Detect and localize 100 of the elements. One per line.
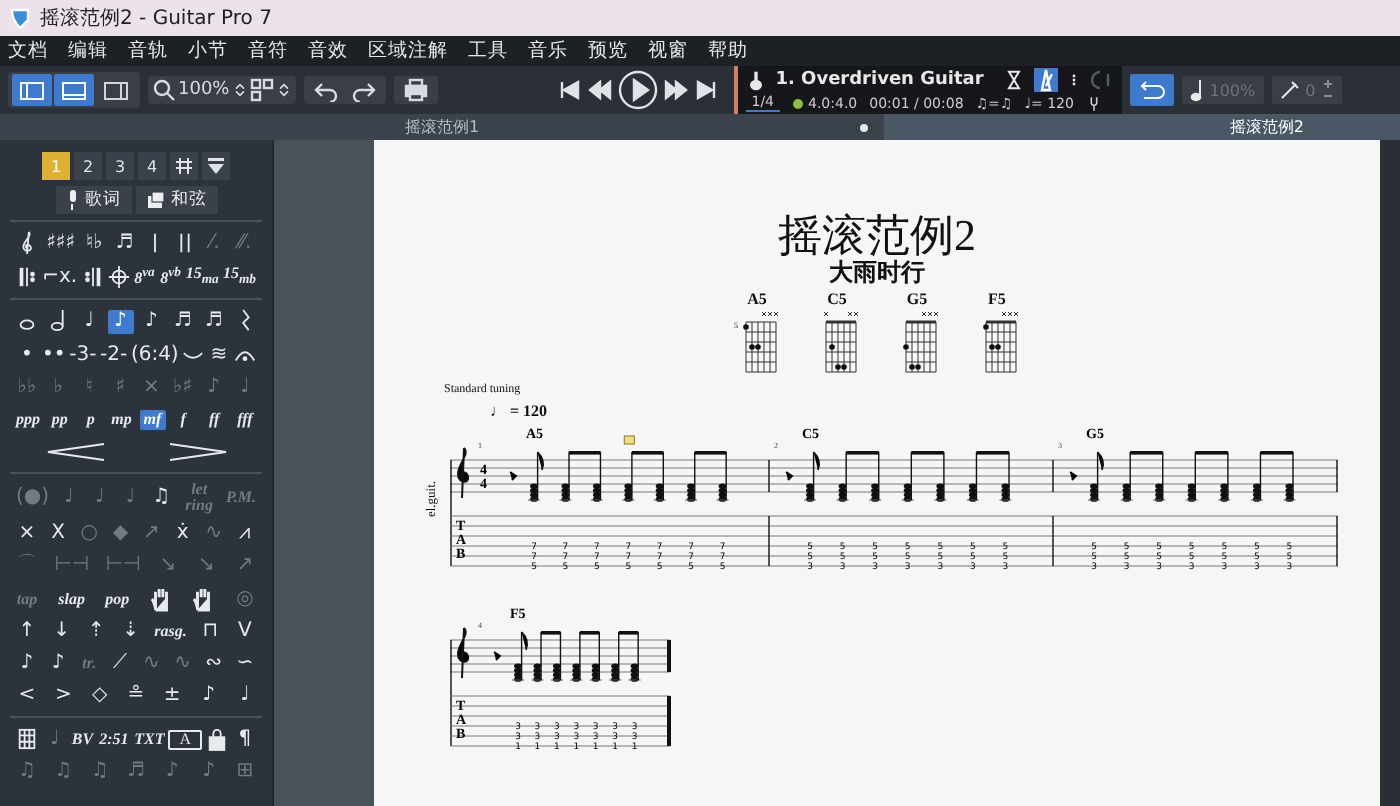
notation-symbol[interactable]: •: [14, 343, 40, 367]
notation-symbol[interactable]: ⊓: [197, 620, 224, 644]
track-name[interactable]: 1. Overdriven Guitar: [775, 69, 994, 89]
menu-item[interactable]: 音符: [248, 38, 288, 64]
notation-symbol[interactable]: (6:4): [128, 343, 180, 367]
menu-item[interactable]: 编辑: [68, 38, 108, 64]
notation-symbol[interactable]: ♯♯♯: [44, 231, 78, 255]
tuning-fork-icon[interactable]: [1085, 93, 1102, 113]
menu-item[interactable]: 工具: [468, 38, 508, 64]
notation-marking[interactable]: 8$^{vb}$: [157, 265, 184, 289]
menu-item[interactable]: 小节: [188, 38, 228, 64]
notation-symbol[interactable]: ẋ: [169, 522, 196, 546]
menu-item[interactable]: 音乐: [528, 38, 568, 64]
menu-item[interactable]: 音效: [308, 38, 348, 64]
notation-marking[interactable]: 2:51: [97, 729, 131, 749]
notation-symbol[interactable]: ♪: [107, 309, 134, 333]
notation-symbol[interactable]: ⌐x.: [40, 265, 80, 289]
view-mode-button[interactable]: [54, 74, 94, 106]
notation-symbol[interactable]: ⩘: [231, 522, 258, 546]
menu-item[interactable]: 音轨: [128, 38, 168, 64]
notation-marking[interactable]: ff: [201, 410, 228, 430]
notation-marking[interactable]: 15$_{mb}$: [220, 263, 258, 291]
notation-symbol[interactable]: ⇣: [117, 620, 144, 644]
coda-icon[interactable]: [105, 262, 132, 292]
notation-marking[interactable]: rasg.: [152, 622, 189, 642]
notation-marking[interactable]: pop: [103, 589, 132, 609]
hand-icon[interactable]: [147, 584, 174, 614]
notation-symbol[interactable]: ♩: [231, 684, 258, 708]
notation-symbol[interactable]: -3-: [67, 343, 99, 367]
guitar-icon[interactable]: [745, 67, 766, 91]
chords-button[interactable]: 和弦: [135, 186, 217, 214]
page-layout-icon[interactable]: [249, 78, 274, 102]
status-dot-icon[interactable]: [792, 97, 804, 109]
notation-symbol[interactable]: -2-: [98, 343, 129, 367]
notation-marking[interactable]: 15$_{ma}$: [183, 263, 221, 291]
stepper-icon[interactable]: [231, 80, 248, 100]
notation-symbol[interactable]: ♪: [195, 684, 222, 708]
notation-symbol[interactable]: <: [14, 684, 40, 708]
notation-marking[interactable]: p: [77, 410, 104, 430]
notation-marking[interactable]: 8$^{va}$: [131, 265, 158, 289]
repeat-start-icon[interactable]: [14, 262, 40, 292]
plus-minus-icon[interactable]: [1321, 78, 1334, 102]
view-mode-button[interactable]: [12, 74, 52, 106]
hand-icon[interactable]: [189, 584, 216, 614]
text-box-tool[interactable]: A: [168, 729, 203, 749]
notation-marking[interactable]: TXT: [132, 729, 167, 749]
menu-item[interactable]: 视窗: [648, 38, 688, 64]
notation-symbol[interactable]: ♩: [76, 309, 103, 333]
notation-symbol[interactable]: ↓: [48, 620, 75, 644]
notation-symbol[interactable]: ♫: [148, 486, 175, 510]
notation-marking[interactable]: pp: [46, 410, 73, 430]
notation-symbol[interactable]: ↑: [14, 620, 40, 644]
notation-symbol[interactable]: ♪: [45, 652, 72, 676]
dropdown-button[interactable]: [202, 152, 230, 180]
notation-symbol[interactable]: ••: [40, 343, 68, 367]
notation-symbol[interactable]: X: [45, 522, 72, 546]
voice-tab[interactable]: 2: [74, 152, 102, 180]
fast-forward-icon[interactable]: [661, 78, 690, 102]
notation-symbol[interactable]: ±: [159, 684, 186, 708]
notation-symbol[interactable]: ♪: [14, 652, 40, 676]
notation-symbol[interactable]: ♪: [138, 309, 165, 333]
notation-symbol[interactable]: ×: [14, 522, 40, 546]
notation-symbol[interactable]: ¶: [231, 727, 258, 751]
notation-symbol[interactable]: ♮♭: [81, 231, 108, 255]
notation-symbol[interactable]: ♬: [111, 231, 138, 255]
play-icon[interactable]: [617, 70, 658, 110]
notation-symbol[interactable]: ∽: [231, 652, 258, 676]
notation-marking[interactable]: BV: [69, 729, 96, 749]
chord-grid-icon[interactable]: [14, 724, 40, 754]
skip-end-icon[interactable]: [693, 78, 718, 102]
notation-symbol[interactable]: ⇡: [83, 620, 110, 644]
search-icon[interactable]: [152, 78, 176, 102]
notation-marking[interactable]: mp: [108, 410, 135, 430]
menu-item[interactable]: 帮助: [708, 38, 748, 64]
notation-symbol[interactable]: >: [50, 684, 77, 708]
repeat-end-icon[interactable]: [79, 262, 106, 292]
notation-symbol[interactable]: V: [231, 620, 258, 644]
notation-symbol[interactable]: ∾: [200, 652, 227, 676]
notation-marking[interactable]: fff: [231, 410, 258, 430]
app-icon[interactable]: [8, 6, 32, 30]
document-tab[interactable]: 摇滚范例2: [884, 114, 1400, 140]
voice-tab[interactable]: 4: [138, 152, 166, 180]
rhythm-button[interactable]: [170, 152, 198, 180]
notation-marking[interactable]: f: [170, 410, 197, 430]
voice-tab[interactable]: 3: [106, 152, 134, 180]
notation-marking[interactable]: mf: [139, 410, 166, 430]
notation-symbol[interactable]: ♬: [169, 309, 196, 333]
notation-symbol[interactable]: ≋: [206, 343, 232, 367]
rewind-icon[interactable]: [585, 78, 614, 102]
stepper-icon[interactable]: [275, 80, 292, 100]
hourglass-icon[interactable]: [1003, 67, 1024, 91]
crescendo-icon[interactable]: [43, 440, 107, 464]
decrescendo-icon[interactable]: [165, 440, 229, 464]
loop-button[interactable]: [1129, 74, 1174, 106]
menu-item[interactable]: 文档: [8, 38, 48, 64]
lock-icon[interactable]: [204, 724, 231, 754]
notation-symbol[interactable]: ♬: [200, 309, 227, 333]
notation-symbol[interactable]: ⟋: [107, 652, 134, 676]
notation-symbol[interactable]: ≗: [122, 684, 149, 708]
notation-marking[interactable]: slap: [56, 589, 87, 609]
